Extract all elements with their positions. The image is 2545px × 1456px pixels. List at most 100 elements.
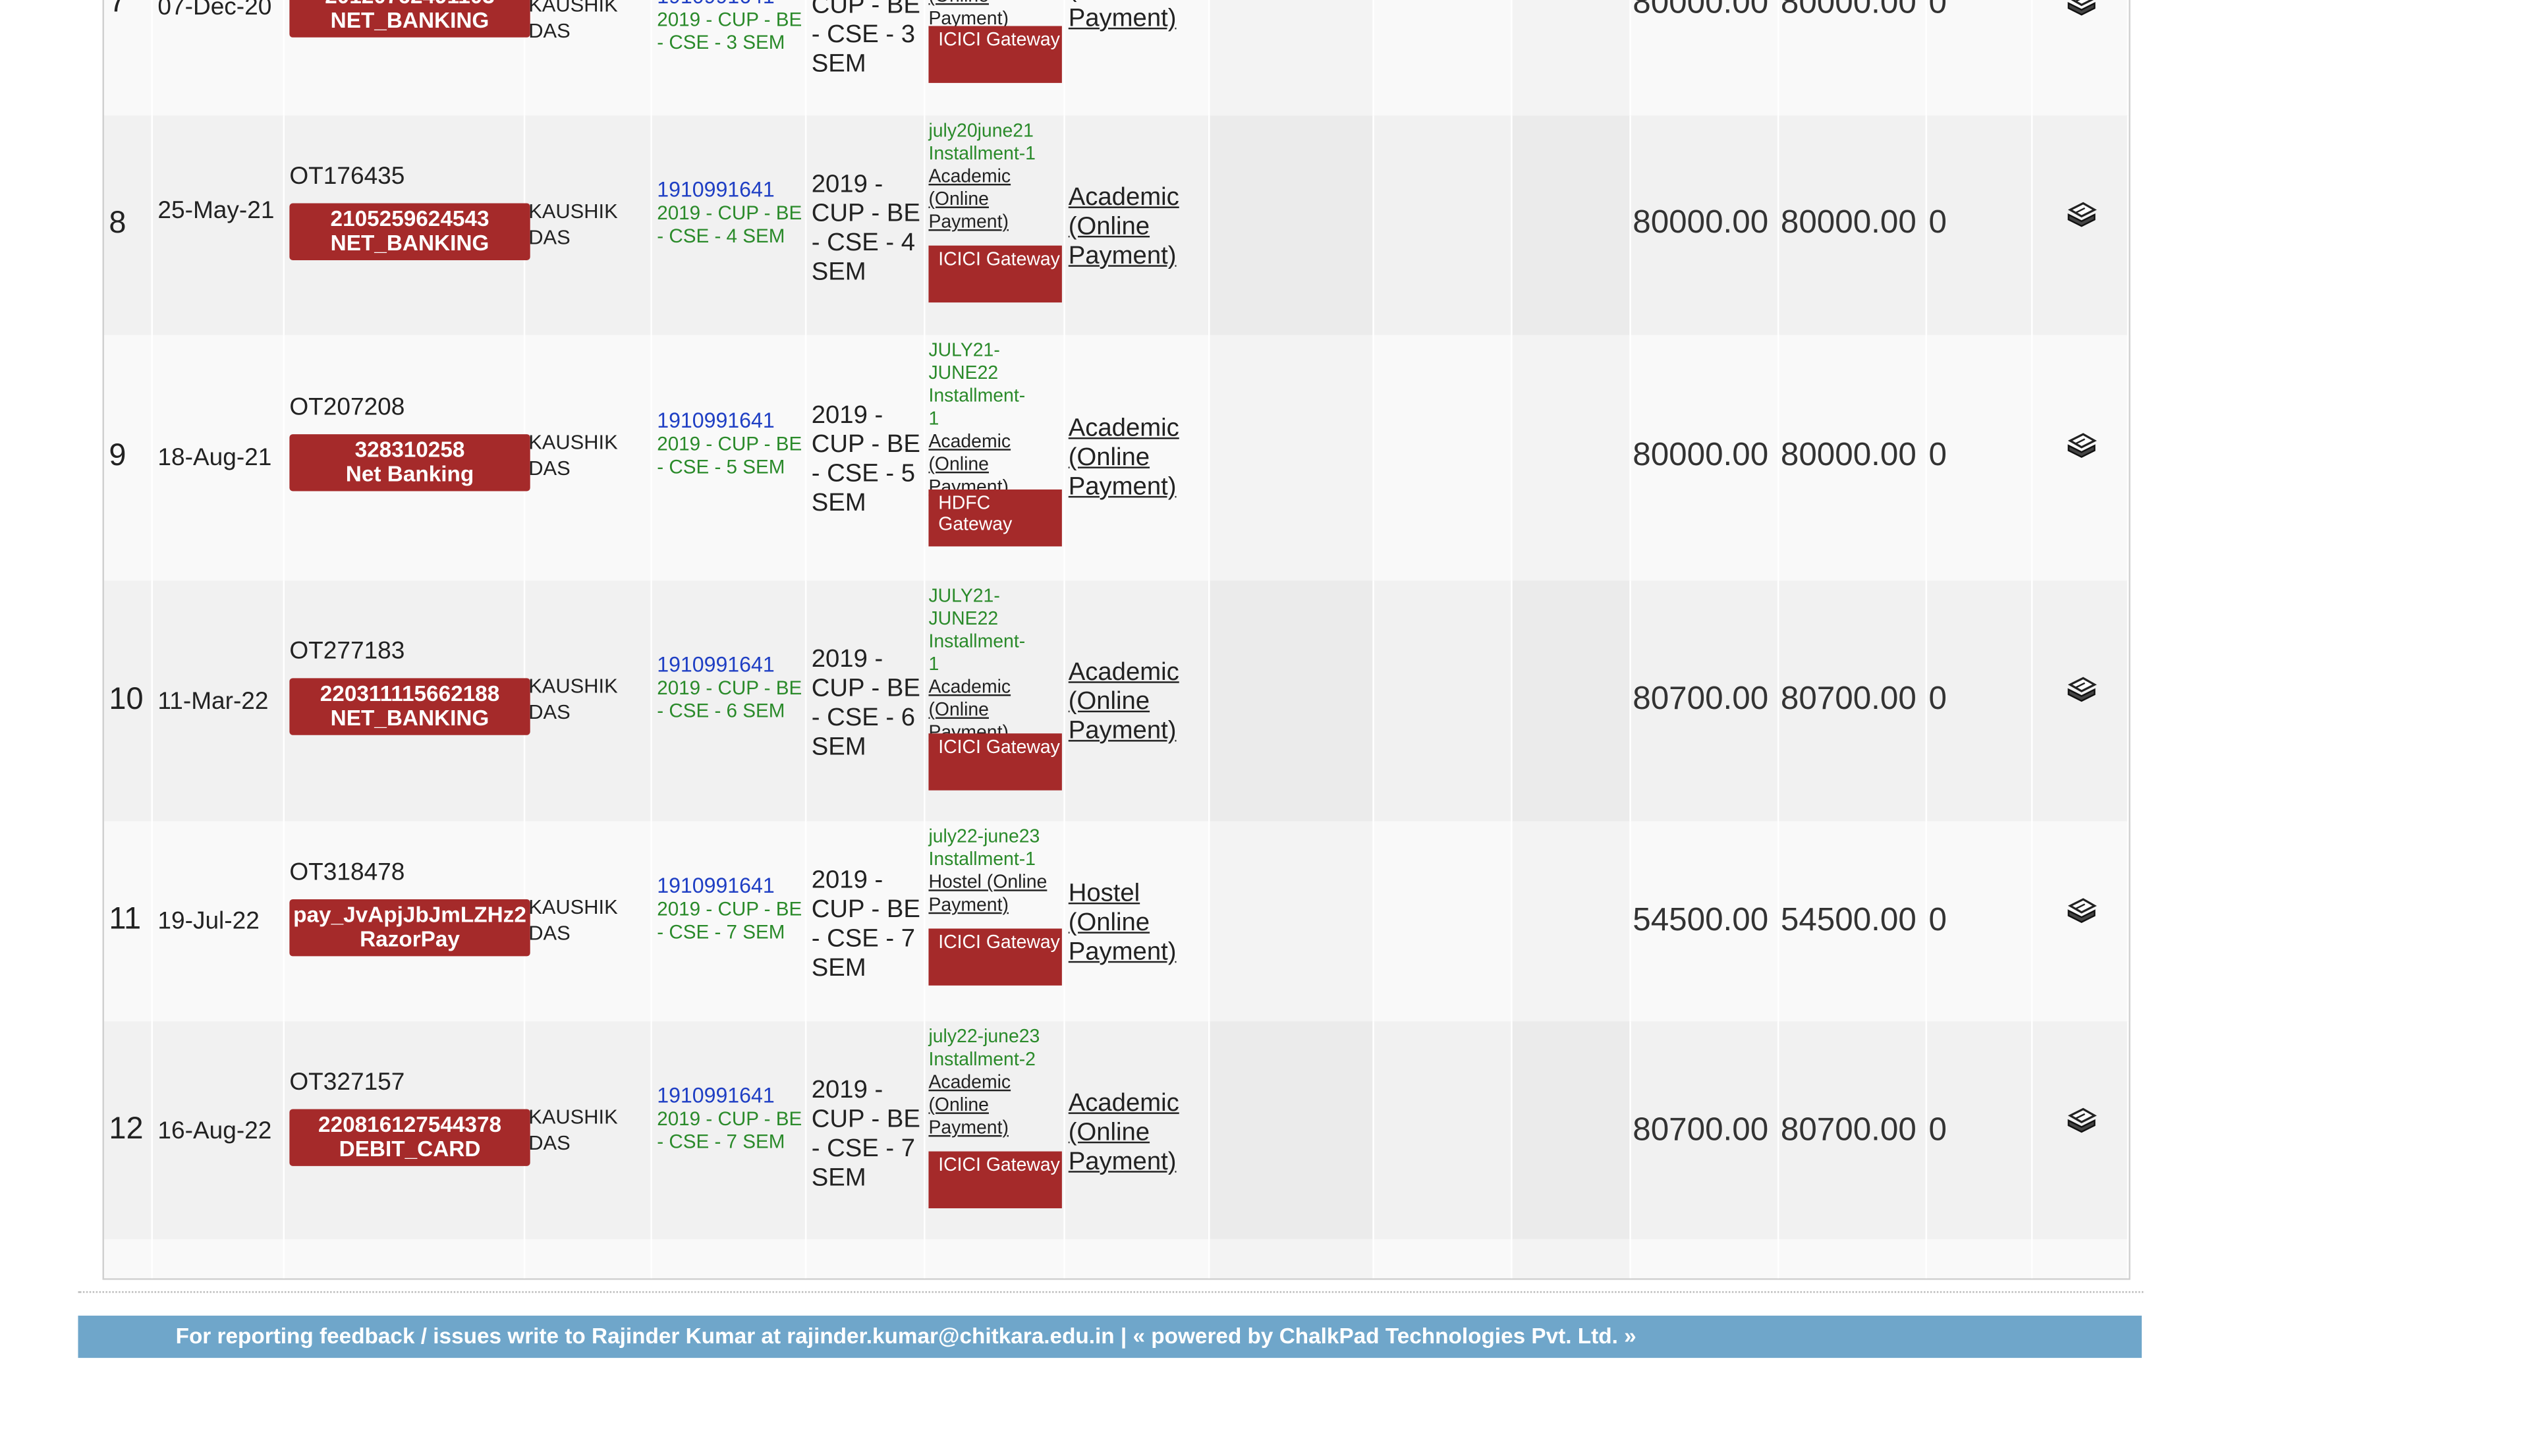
payment-date: 18-Aug-21 — [157, 443, 272, 472]
roll-number-link[interactable]: 1910991641 — [657, 408, 774, 433]
serial-number: 12 — [109, 1112, 144, 1147]
roll-number-link[interactable]: 1910991641 — [657, 0, 774, 8]
paid-amount: 80000.00 — [1780, 205, 1916, 241]
payment-reference: 20120762491103 — [289, 0, 530, 8]
paid-amount: 80700.00 — [1780, 681, 1916, 717]
transaction-id: OT277183 — [289, 637, 405, 665]
fee-period: JULY21-JUNE22 Installment-1 — [928, 587, 1026, 675]
paid-amount: 80000.00 — [1780, 0, 1916, 22]
roll-number-link[interactable]: 1910991641 — [657, 177, 774, 202]
roll-number-link[interactable]: 1910991641 — [657, 874, 774, 898]
gateway-badge: ICICI Gateway — [928, 733, 1062, 791]
payment-reference: pay_JvApjJbJmLZHz2 — [293, 902, 526, 927]
payment-mode: NET_BANKING — [330, 8, 489, 33]
print-receipt-icon[interactable] — [2063, 431, 2099, 460]
payment-date: 07-Dec-20 — [157, 0, 272, 22]
footer-text[interactable]: For reporting feedback / issues write to… — [176, 1324, 1636, 1348]
payment-mode: RazorPay — [360, 926, 460, 952]
session-label: 2019 - CUP - BE - CSE - 3 SEM — [811, 0, 920, 78]
table-row: 11 19-Jul-22 OT318478 pay_JvApjJbJmLZHz2… — [103, 821, 2129, 1022]
payment-reference-badge[interactable]: 220816127544378 DEBIT_CARD — [289, 1109, 530, 1166]
payment-reference-badge[interactable]: 220311115662188 NET_BANKING — [289, 678, 530, 735]
balance: 0 — [1928, 1112, 1947, 1148]
fee-type-link[interactable]: Academic (Online Payment) — [928, 166, 1065, 235]
session-label: 2019 - CUP - BE - CSE - 7 SEM — [811, 1077, 920, 1192]
student-name: KAUSHIK DAS — [528, 431, 618, 480]
roll-number-link[interactable]: 1910991641 — [657, 652, 774, 677]
fee-receipts-table: 7 07-Dec-20 20120762491103 NET_BANKING K… — [102, 0, 2131, 1280]
paid-amount: 80700.00 — [1780, 1112, 1916, 1148]
payment-reference: 220311115662188 — [320, 681, 500, 706]
student-name: KAUSHIK DAS — [528, 1106, 618, 1155]
fee-head-link[interactable]: Hostel (Online Payment) — [1069, 880, 1208, 967]
student-name: KAUSHIK DAS — [528, 896, 618, 945]
session-label: 2019 - CUP - BE - CSE - 5 SEM — [811, 401, 920, 517]
program-label: 2019 - CUP - BE - CSE - 5 SEM — [657, 432, 802, 478]
paid-amount: 80000.00 — [1780, 437, 1916, 474]
table-row: 12 16-Aug-22 OT327157 220816127544378 DE… — [103, 1021, 2129, 1239]
serial-number: 10 — [109, 683, 144, 717]
fee-head-link[interactable]: Academic (Online Payment) — [1069, 659, 1208, 746]
serial-number: 8 — [109, 206, 126, 241]
print-receipt-icon[interactable] — [2063, 896, 2099, 925]
balance: 0 — [1928, 205, 1947, 241]
payment-date: 11-Mar-22 — [157, 688, 269, 716]
print-receipt-icon[interactable] — [2063, 200, 2099, 229]
print-receipt-icon[interactable] — [2063, 675, 2099, 704]
fee-type-link[interactable]: Academic (Online Payment) — [928, 1072, 1065, 1140]
gateway-badge: ICICI Gateway — [928, 245, 1062, 303]
fee-type-link[interactable]: Hostel (Online Payment) — [928, 872, 1065, 917]
amount: 80700.00 — [1633, 1112, 1769, 1148]
balance: 0 — [1928, 681, 1947, 717]
balance: 0 — [1928, 0, 1947, 22]
serial-number: 9 — [109, 439, 126, 474]
gateway-badge: ICICI Gateway — [928, 928, 1062, 986]
fee-head-link[interactable]: Academic (Online Payment) — [1069, 0, 1208, 34]
payment-date: 16-Aug-22 — [157, 1117, 272, 1145]
amount: 80700.00 — [1633, 681, 1769, 717]
payment-reference-badge[interactable]: 20120762491103 NET_BANKING — [289, 0, 530, 38]
session-label: 2019 - CUP - BE - CSE - 7 SEM — [811, 866, 920, 982]
transaction-id: OT207208 — [289, 393, 405, 422]
student-name: KAUSHIK DAS — [528, 0, 618, 43]
gateway-badge: HDFC Gateway — [928, 489, 1062, 547]
balance: 0 — [1928, 902, 1947, 939]
amount: 80000.00 — [1633, 437, 1769, 474]
student-name: KAUSHIK DAS — [528, 675, 618, 724]
amount: 54500.00 — [1633, 902, 1769, 939]
table-row: 8 25-May-21 OT176435 2105259624543 NET_B… — [103, 115, 2129, 335]
gateway-badge: ICICI Gateway — [928, 1151, 1062, 1209]
payment-date: 19-Jul-22 — [157, 907, 260, 936]
print-receipt-icon[interactable] — [2063, 0, 2099, 18]
payment-date: 25-May-21 — [157, 196, 275, 225]
session-label: 2019 - CUP - BE - CSE - 4 SEM — [811, 171, 920, 287]
payment-reference: 328310258 — [354, 437, 465, 462]
payment-mode: NET_BANKING — [330, 231, 489, 256]
amount: 80000.00 — [1633, 0, 1769, 22]
table-row: 9 18-Aug-21 OT207208 328310258 Net Banki… — [103, 335, 2129, 581]
program-label: 2019 - CUP - BE - CSE - 6 SEM — [657, 676, 802, 722]
payment-reference: 2105259624543 — [330, 206, 489, 231]
fee-period: JULY21-JUNE22 Installment-1 — [928, 341, 1026, 430]
payment-reference-badge[interactable]: 328310258 Net Banking — [289, 434, 530, 491]
payment-mode: DEBIT_CARD — [339, 1136, 481, 1162]
payment-reference-badge[interactable]: pay_JvApjJbJmLZHz2 RazorPay — [289, 899, 530, 957]
transaction-id: OT327157 — [289, 1068, 405, 1096]
payment-reference-badge[interactable]: 2105259624543 NET_BANKING — [289, 203, 530, 260]
paid-amount: 54500.00 — [1780, 902, 1916, 939]
table-row: 10 11-Mar-22 OT277183 220311115662188 NE… — [103, 580, 2129, 822]
fee-head-link[interactable]: Academic (Online Payment) — [1069, 1090, 1208, 1177]
transaction-id: OT176435 — [289, 162, 405, 190]
payment-reference: 220816127544378 — [318, 1112, 502, 1137]
fee-head-link[interactable]: Academic (Online Payment) — [1069, 414, 1208, 502]
roll-number-link[interactable]: 1910991641 — [657, 1083, 774, 1107]
table-row-empty — [103, 1239, 2129, 1279]
fee-head-link[interactable]: Academic (Online Payment) — [1069, 184, 1208, 271]
footer-divider — [78, 1291, 2144, 1293]
program-label: 2019 - CUP - BE - CSE - 7 SEM — [657, 1107, 802, 1154]
serial-number: 7 — [109, 0, 126, 20]
footer-bar: For reporting feedback / issues write to… — [78, 1315, 2142, 1358]
print-receipt-icon[interactable] — [2063, 1106, 2099, 1135]
program-label: 2019 - CUP - BE - CSE - 7 SEM — [657, 897, 802, 943]
session-label: 2019 - CUP - BE - CSE - 6 SEM — [811, 645, 920, 762]
